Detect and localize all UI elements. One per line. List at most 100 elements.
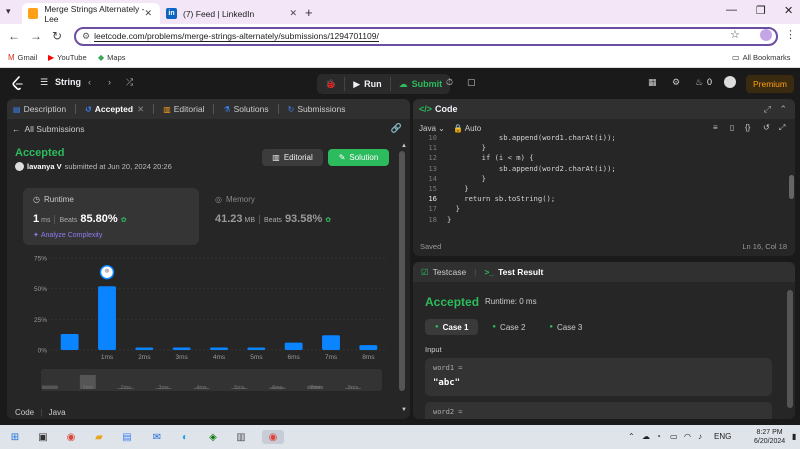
site-info-icon[interactable]: ⚙ bbox=[82, 31, 90, 42]
leetcode-logo-icon[interactable] bbox=[12, 76, 24, 91]
auto-mode[interactable]: 🔒 Auto bbox=[453, 124, 481, 133]
profile-avatar[interactable] bbox=[760, 29, 772, 41]
code-editor[interactable]: 10 sb.append(word1.charAt(i)); 11 } 12 i… bbox=[413, 133, 787, 225]
new-tab-icon[interactable]: + bbox=[305, 5, 313, 20]
fullscreen-icon[interactable]: ⤢ bbox=[779, 123, 785, 133]
app-icon[interactable]: ◈ bbox=[206, 430, 220, 444]
all-submissions-link[interactable]: ← All Submissions bbox=[12, 124, 85, 134]
tab-search-icon[interactable]: ▾ bbox=[6, 6, 11, 17]
mail-icon[interactable]: ✉ bbox=[150, 430, 164, 444]
bookmark-star-icon[interactable]: ☆ bbox=[730, 28, 740, 41]
edge-icon[interactable]: ◐ bbox=[178, 430, 192, 444]
next-problem-icon[interactable]: › bbox=[108, 77, 111, 87]
tray-chevron-icon[interactable]: ⌃ bbox=[628, 432, 635, 441]
battery-icon[interactable]: ▭ bbox=[670, 432, 678, 441]
user-avatar[interactable] bbox=[724, 76, 736, 88]
tab-linkedin[interactable]: in (7) Feed | LinkedIn ✕ bbox=[160, 3, 305, 24]
volume-icon[interactable]: ♪ bbox=[698, 432, 702, 441]
wifi-icon[interactable]: ◠ bbox=[684, 432, 691, 441]
streak-fire-icon[interactable]: ♨ bbox=[695, 77, 703, 88]
submit-button[interactable]: ☁ Submit bbox=[391, 74, 451, 94]
tab-test-result[interactable]: >_ Test Result bbox=[484, 267, 543, 277]
tab-solutions[interactable]: ⚗ Solutions bbox=[223, 104, 268, 114]
chart-bar[interactable] bbox=[172, 347, 191, 350]
chart-bar[interactable] bbox=[359, 345, 378, 350]
scroll-down-icon[interactable]: ▼ bbox=[401, 407, 407, 413]
restore-icon[interactable]: ❐ bbox=[756, 4, 766, 17]
close-tab-icon[interactable]: ✕ bbox=[289, 8, 297, 19]
timer-icon[interactable]: ⏱ bbox=[446, 77, 453, 88]
chart-bar[interactable] bbox=[210, 347, 228, 350]
task-view-icon[interactable]: ▣ bbox=[36, 430, 50, 444]
close-tab-icon[interactable]: ✕ bbox=[144, 8, 152, 19]
file-explorer-icon[interactable]: ▰ bbox=[92, 430, 106, 444]
chart-bar[interactable] bbox=[247, 347, 266, 350]
cloud-icon[interactable]: ☁ bbox=[642, 432, 650, 441]
test-scrollbar[interactable] bbox=[787, 290, 793, 408]
case-3-tab[interactable]: ● Case 3 bbox=[539, 319, 592, 335]
solution-button[interactable]: ✎ Solution bbox=[328, 149, 389, 166]
bookmark-youtube[interactable]: ▶ YouTube bbox=[48, 53, 87, 62]
problem-list-icon[interactable]: ☰ bbox=[40, 77, 48, 88]
runtime-card[interactable]: ◷ Runtime 1 ms Beats 85.80% ✿ ✦ Analyze Co… bbox=[23, 188, 199, 245]
editorial-button[interactable]: ▥ Editorial bbox=[262, 149, 323, 166]
code-scrollbar[interactable] bbox=[789, 175, 794, 199]
case-1-tab[interactable]: ● Case 1 bbox=[425, 319, 479, 335]
scroll-up-icon[interactable]: ▲ bbox=[401, 143, 407, 149]
url-input[interactable]: ⚙ leetcode.com/problems/merge-strings-al… bbox=[74, 27, 778, 46]
shuffle-icon[interactable]: ⤮ bbox=[126, 77, 133, 88]
menu-icon[interactable]: ⋮ bbox=[785, 28, 796, 41]
reload-icon[interactable]: ↻ bbox=[52, 29, 62, 43]
all-bookmarks[interactable]: ▭ All Bookmarks bbox=[732, 53, 791, 62]
problem-list-title[interactable]: String bbox=[55, 77, 81, 87]
scrollbar[interactable] bbox=[399, 151, 405, 391]
tab-leetcode[interactable]: Merge Strings Alternately - Lee ✕ bbox=[22, 3, 160, 24]
chart-bar[interactable] bbox=[284, 342, 303, 350]
maximize-icon[interactable]: ⤢ bbox=[764, 104, 771, 115]
minimize-icon[interactable]: — bbox=[726, 4, 737, 16]
language-indicator[interactable]: ENG bbox=[714, 432, 731, 441]
language-select[interactable]: Java ⌄ bbox=[419, 124, 445, 133]
chart-bar[interactable] bbox=[322, 335, 340, 350]
start-icon[interactable]: ⊞ bbox=[8, 430, 22, 444]
notes-icon[interactable]: ▢ bbox=[467, 77, 476, 88]
premium-button[interactable]: Premium bbox=[746, 75, 794, 93]
prev-problem-icon[interactable]: ‹ bbox=[88, 77, 91, 87]
chrome-icon[interactable]: ◉ bbox=[64, 430, 78, 444]
forward-icon[interactable]: → bbox=[30, 29, 42, 43]
settings-icon[interactable]: ⚙ bbox=[672, 77, 680, 88]
close-window-icon[interactable]: ✕ bbox=[784, 4, 793, 17]
case-2-tab[interactable]: ● Case 2 bbox=[482, 319, 535, 335]
submitter-name[interactable]: lavanya V bbox=[27, 162, 62, 171]
tab-accepted[interactable]: ↺ Accepted ✕ bbox=[85, 104, 144, 115]
back-icon[interactable]: ← bbox=[8, 29, 20, 43]
chart-bar[interactable] bbox=[98, 286, 116, 350]
reset-icon[interactable]: ↺ bbox=[763, 123, 770, 132]
bookmark-icon[interactable]: ▯ bbox=[730, 123, 734, 132]
notification-icon[interactable]: ▮ bbox=[792, 432, 796, 441]
bookmark-gmail[interactable]: M Gmail bbox=[8, 53, 37, 62]
tab-submissions[interactable]: ↻ Submissions bbox=[288, 104, 346, 114]
layout-icon[interactable]: ▦ bbox=[648, 77, 657, 88]
memory-card[interactable]: ◎ Memory bbox=[215, 195, 255, 204]
collapse-icon[interactable]: ⌃ bbox=[779, 104, 787, 115]
debug-icon[interactable]: 🐞 bbox=[317, 74, 344, 94]
chrome-active-icon[interactable]: ◉ bbox=[262, 430, 284, 444]
onedrive-icon[interactable]: ◔ bbox=[656, 432, 661, 441]
braces-icon[interactable]: {} bbox=[745, 123, 750, 132]
format-icon[interactable]: ≡ bbox=[713, 123, 718, 132]
chart-range-selector[interactable]: 1ms 2ms 3ms 4ms 5ms 6ms 7ms 8ms bbox=[41, 369, 382, 391]
chart-bar[interactable] bbox=[135, 347, 154, 350]
clock[interactable]: 8:27 PM 6/20/2024 bbox=[754, 428, 785, 446]
close-tab-icon[interactable]: ✕ bbox=[137, 104, 144, 115]
analyze-complexity-link[interactable]: ✦ Analyze Complexity bbox=[33, 231, 102, 239]
tab-editorial[interactable]: ▥ Editorial bbox=[163, 104, 204, 114]
share-link-icon[interactable]: 🔗 bbox=[391, 123, 402, 134]
tab-testcase[interactable]: ☑ Testcase bbox=[421, 267, 466, 278]
app-icon[interactable]: ▥ bbox=[234, 430, 248, 444]
run-button[interactable]: ▶ Run bbox=[345, 74, 389, 94]
store-icon[interactable]: ▤ bbox=[120, 430, 134, 444]
chart-bar[interactable] bbox=[60, 334, 79, 350]
bookmark-maps[interactable]: ◆ Maps bbox=[98, 53, 126, 62]
tab-description[interactable]: ▤ Description bbox=[13, 104, 66, 114]
